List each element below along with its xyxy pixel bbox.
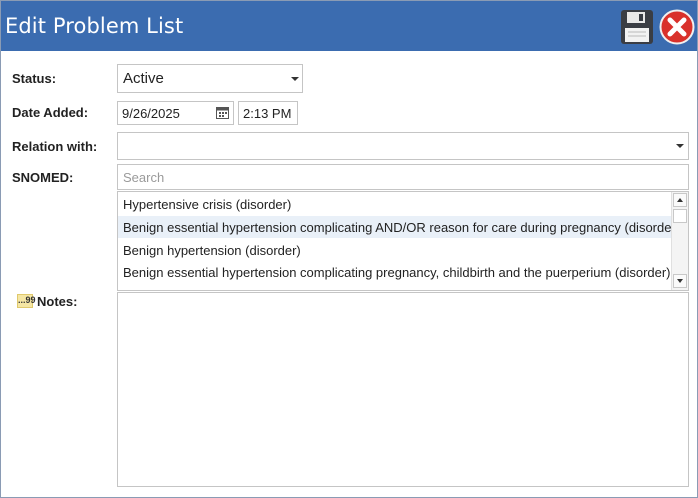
date-added-label: Date Added: (12, 105, 89, 120)
notes-textarea[interactable] (117, 292, 689, 487)
time-field[interactable]: 2:13 PM (238, 101, 298, 125)
date-field[interactable]: 9/26/2025 (117, 101, 234, 125)
title-bar: Edit Problem List (1, 1, 697, 51)
close-icon (659, 9, 695, 45)
status-label: Status: (12, 71, 57, 86)
list-item[interactable]: Benign hypertension (disorder) (118, 239, 671, 261)
list-item[interactable]: Benign essential hypertension complicati… (118, 261, 671, 283)
dialog-title: Edit Problem List (5, 14, 184, 38)
calendar-icon[interactable] (216, 106, 229, 119)
arrow-up-icon (677, 198, 683, 202)
time-value: 2:13 PM (243, 106, 292, 121)
floppy-disk-icon (621, 10, 653, 44)
snomed-results-list: Hypertensive crisis (disorder) Benign es… (117, 191, 689, 291)
relation-with-label: Relation with: (12, 139, 98, 154)
status-dropdown[interactable]: Active (117, 64, 303, 93)
vertical-scrollbar[interactable] (671, 192, 688, 290)
notes-label: Notes: (37, 294, 78, 309)
chevron-down-icon (291, 77, 299, 81)
snomed-label: SNOMED: (12, 170, 74, 185)
scroll-down-button[interactable] (673, 274, 687, 288)
date-value: 9/26/2025 (122, 106, 180, 121)
snomed-search-input[interactable] (117, 164, 689, 190)
scrollbar-thumb[interactable] (673, 209, 687, 223)
list-item[interactable]: Hypertensive crisis (disorder) (118, 193, 671, 215)
scroll-up-button[interactable] (673, 193, 687, 207)
edit-problem-list-dialog: Edit Problem List Status: Active Date Ad… (0, 0, 698, 498)
list-item[interactable]: Benign essential hypertension complicati… (118, 216, 671, 238)
relation-with-dropdown[interactable] (117, 132, 689, 160)
arrow-down-icon (677, 279, 683, 283)
close-button[interactable] (659, 9, 695, 45)
quote-icon: ...99 (17, 294, 36, 308)
status-value: Active (123, 70, 164, 87)
save-button[interactable] (620, 9, 654, 45)
chevron-down-icon (676, 144, 684, 148)
